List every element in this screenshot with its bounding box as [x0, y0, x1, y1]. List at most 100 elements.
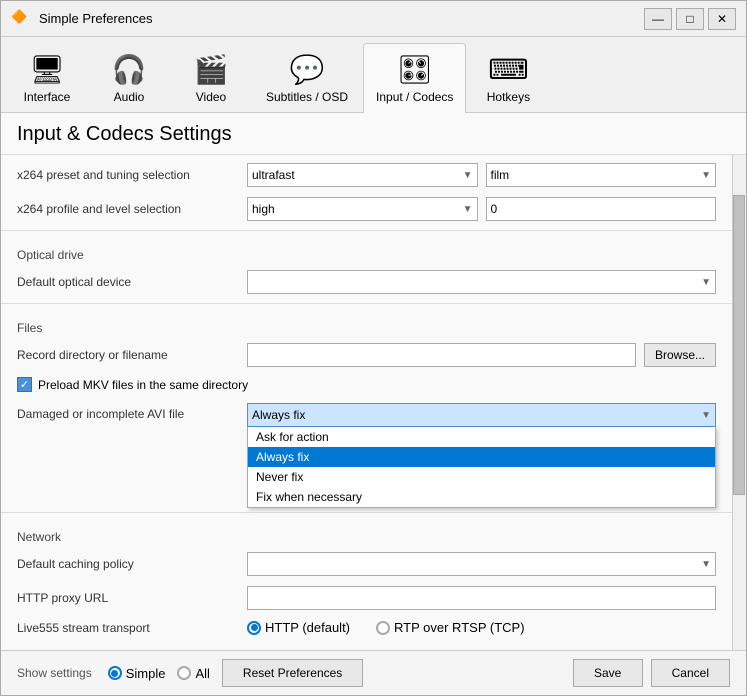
- caching-policy-label: Default caching policy: [17, 557, 237, 571]
- dropdown-option-ask[interactable]: Ask for action: [248, 427, 715, 447]
- tab-input-label: Input / Codecs: [376, 90, 453, 104]
- record-dir-input[interactable]: [247, 343, 636, 367]
- rtp-label: RTP over RTSP (TCP): [394, 620, 525, 635]
- network-spacer: Network Default caching policy ▼ HTTP pr…: [1, 512, 732, 640]
- optical-device-control: ▼: [247, 270, 716, 294]
- main-window: 🔶 Simple Preferences — □ ✕ 🖥 Interface 🎧…: [0, 0, 747, 696]
- x264-profile-controls: high ▼: [247, 197, 716, 221]
- tab-video-label: Video: [196, 90, 226, 104]
- network-header: Network: [1, 524, 732, 547]
- simple-radio-circle: [108, 666, 122, 680]
- separator3: [1, 512, 732, 524]
- audio-icon: 🎧: [109, 50, 149, 88]
- video-icon: 🎬: [191, 50, 231, 88]
- optical-device-label: Default optical device: [17, 275, 237, 289]
- dropdown-arrow: ▼: [701, 559, 711, 570]
- reset-preferences-button[interactable]: Reset Preferences: [222, 659, 363, 687]
- stream-transport-label: Live555 stream transport: [17, 621, 237, 635]
- stream-transport-row: Live555 stream transport HTTP (default) …: [1, 615, 732, 640]
- preload-mkv-label: Preload MKV files in the same directory: [38, 378, 248, 392]
- dropdown-option-fix-when[interactable]: Fix when necessary: [248, 487, 715, 507]
- tab-interface[interactable]: 🖥 Interface: [7, 43, 87, 112]
- tab-hotkeys-label: Hotkeys: [487, 90, 530, 104]
- all-radio[interactable]: All: [177, 666, 209, 681]
- damaged-avi-row: Damaged or incomplete AVI file Always fi…: [1, 397, 732, 432]
- all-radio-label: All: [195, 666, 209, 681]
- http-proxy-control: [247, 586, 716, 610]
- damaged-avi-control: Always fix ▼ Ask for action Always fix N…: [247, 403, 716, 427]
- interface-icon: 🖥: [27, 50, 67, 88]
- scroll-content: x264 preset and tuning selection ultrafa…: [1, 155, 732, 650]
- rtp-radio[interactable]: RTP over RTSP (TCP): [376, 620, 525, 635]
- maximize-button[interactable]: □: [676, 8, 704, 30]
- x264-preset-select2[interactable]: film ▼: [486, 163, 717, 187]
- x264-profile-level-input[interactable]: [486, 197, 717, 221]
- record-dir-label: Record directory or filename: [17, 348, 237, 362]
- content-area: x264 preset and tuning selection ultrafa…: [1, 155, 746, 650]
- dropdown-arrow: ▼: [463, 170, 473, 181]
- optical-drive-header: Optical drive: [1, 242, 732, 265]
- optical-device-row: Default optical device ▼: [1, 265, 732, 299]
- window-controls: — □ ✕: [644, 8, 736, 30]
- tab-audio[interactable]: 🎧 Audio: [89, 43, 169, 112]
- preload-mkv-checkbox[interactable]: [17, 377, 32, 392]
- optical-device-select[interactable]: ▼: [247, 270, 716, 294]
- damaged-avi-select[interactable]: Always fix ▼: [247, 403, 716, 427]
- all-radio-circle: [177, 666, 191, 680]
- browse-button[interactable]: Browse...: [644, 343, 716, 367]
- record-dir-row: Record directory or filename Browse...: [1, 338, 732, 372]
- page-title: Input & Codecs Settings: [1, 113, 746, 155]
- dropdown-arrow: ▼: [701, 277, 711, 288]
- x264-profile-select[interactable]: high ▼: [247, 197, 478, 221]
- hotkeys-icon: ⌨: [488, 50, 528, 88]
- tab-subtitles[interactable]: 💬 Subtitles / OSD: [253, 43, 361, 112]
- tab-audio-label: Audio: [114, 90, 145, 104]
- window-title: Simple Preferences: [39, 11, 644, 26]
- http-default-radio-circle: [247, 621, 261, 635]
- dropdown-arrow: ▼: [463, 204, 473, 215]
- tab-hotkeys[interactable]: ⌨ Hotkeys: [468, 43, 548, 112]
- tab-bar: 🖥 Interface 🎧 Audio 🎬 Video 💬 Subtitles …: [1, 37, 746, 113]
- caching-policy-control: ▼: [247, 552, 716, 576]
- scrollbar-thumb[interactable]: [733, 195, 745, 495]
- http-default-radio[interactable]: HTTP (default): [247, 620, 350, 635]
- rtp-radio-circle: [376, 621, 390, 635]
- subtitles-icon: 💬: [287, 50, 327, 88]
- show-settings-label: Show settings: [17, 666, 92, 680]
- http-proxy-row: HTTP proxy URL: [1, 581, 732, 615]
- app-icon: 🔶: [11, 9, 31, 29]
- tab-video[interactable]: 🎬 Video: [171, 43, 251, 112]
- dropdown-arrow: ▼: [701, 410, 711, 421]
- caching-policy-row: Default caching policy ▼: [1, 547, 732, 581]
- x264-preset-select1[interactable]: ultrafast ▼: [247, 163, 478, 187]
- simple-radio-label: Simple: [126, 666, 166, 681]
- title-bar: 🔶 Simple Preferences — □ ✕: [1, 1, 746, 37]
- bottom-bar: Show settings Simple All Reset Preferenc…: [1, 650, 746, 695]
- minimize-button[interactable]: —: [644, 8, 672, 30]
- separator1: [1, 230, 732, 242]
- x264-profile-label: x264 profile and level selection: [17, 202, 237, 216]
- tab-input[interactable]: 🎛 Input / Codecs: [363, 43, 466, 113]
- x264-profile-row: x264 profile and level selection high ▼: [1, 192, 732, 226]
- files-header: Files: [1, 315, 732, 338]
- preload-mkv-row: Preload MKV files in the same directory: [1, 372, 732, 397]
- cancel-button[interactable]: Cancel: [651, 659, 730, 687]
- dropdown-option-always[interactable]: Always fix: [248, 447, 715, 467]
- tab-subtitles-label: Subtitles / OSD: [266, 90, 348, 104]
- record-dir-control: Browse...: [247, 343, 716, 367]
- x264-preset-label: x264 preset and tuning selection: [17, 168, 237, 182]
- dropdown-option-never[interactable]: Never fix: [248, 467, 715, 487]
- x264-preset-controls: ultrafast ▼ film ▼: [247, 163, 716, 187]
- damaged-avi-label: Damaged or incomplete AVI file: [17, 403, 237, 421]
- scrollbar[interactable]: [732, 155, 746, 650]
- bottom-right-buttons: Save Cancel: [573, 659, 730, 687]
- simple-radio[interactable]: Simple: [108, 666, 166, 681]
- save-button[interactable]: Save: [573, 659, 643, 687]
- http-default-label: HTTP (default): [265, 620, 350, 635]
- dropdown-arrow: ▼: [701, 170, 711, 181]
- close-button[interactable]: ✕: [708, 8, 736, 30]
- damaged-avi-dropdown: Ask for action Always fix Never fix Fix …: [247, 427, 716, 508]
- http-proxy-input[interactable]: [247, 586, 716, 610]
- x264-preset-row: x264 preset and tuning selection ultrafa…: [1, 155, 732, 192]
- caching-policy-select[interactable]: ▼: [247, 552, 716, 576]
